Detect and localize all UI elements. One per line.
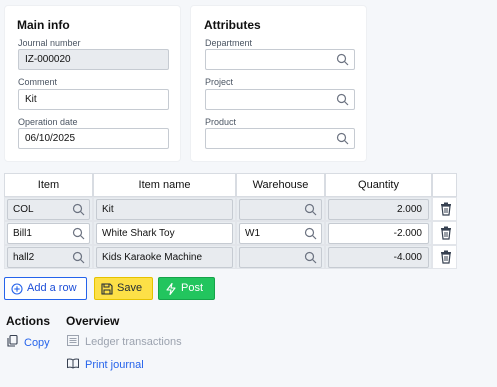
project-label: Project <box>205 77 234 87</box>
table-row <box>236 197 325 221</box>
comment-field[interactable]: Kit <box>18 89 169 110</box>
save-label: Save <box>117 282 143 294</box>
main-info-title: Main info <box>17 18 70 32</box>
save-button[interactable]: Save <box>94 277 153 300</box>
header-actions <box>432 173 457 197</box>
ledger-icon <box>67 335 79 349</box>
ledger-transactions-link[interactable]: Ledger transactions <box>67 335 182 349</box>
overview-title: Overview <box>66 314 120 328</box>
table-row: -4.000 <box>325 245 432 269</box>
book-icon <box>67 358 79 372</box>
quantity-input[interactable]: 2.000 <box>328 199 429 220</box>
print-journal-link[interactable]: Print journal <box>67 358 144 372</box>
product-field[interactable] <box>205 128 355 149</box>
table-row: COL <box>4 197 93 221</box>
trash-icon[interactable] <box>440 202 452 216</box>
item-name-input[interactable]: Kids Karaoke Machine <box>96 247 233 268</box>
table-row <box>432 245 457 269</box>
table-row: 2.000 <box>325 197 432 221</box>
item-name-input[interactable]: White Shark Toy <box>96 223 233 244</box>
warehouse-input[interactable]: W1 <box>239 223 322 244</box>
operation-date-field[interactable]: 06/10/2025 <box>18 128 169 149</box>
warehouse-value: W1 <box>245 228 260 239</box>
copy-link[interactable]: Copy <box>7 334 50 350</box>
ledger-label: Ledger transactions <box>85 336 182 348</box>
post-label: Post <box>181 282 204 294</box>
copy-icon <box>7 334 18 350</box>
journal-number-label: Journal number <box>18 38 81 48</box>
operation-date-label: Operation date <box>18 117 78 127</box>
item-input[interactable]: Bill1 <box>7 223 90 244</box>
main-info-card: Main info Journal number IZ-000020 Comme… <box>4 5 181 162</box>
trash-icon[interactable] <box>440 226 452 240</box>
product-label: Product <box>205 117 237 127</box>
search-icon[interactable] <box>304 227 317 240</box>
table-row: hall2 <box>4 245 93 269</box>
table-row: W1 <box>236 221 325 245</box>
search-icon[interactable] <box>304 251 317 264</box>
attributes-title: Attributes <box>204 18 261 32</box>
table-row: Kit <box>93 197 236 221</box>
item-value: COL <box>13 204 34 215</box>
department-field[interactable] <box>205 49 355 70</box>
item-name-input[interactable]: Kit <box>96 199 233 220</box>
search-icon[interactable] <box>336 132 349 145</box>
department-label: Department <box>205 38 253 48</box>
add-row-button[interactable]: Add a row <box>4 277 87 300</box>
copy-label: Copy <box>24 336 50 349</box>
search-icon[interactable] <box>336 53 349 66</box>
project-field[interactable] <box>205 89 355 110</box>
search-icon[interactable] <box>304 203 317 216</box>
table-row: Kids Karaoke Machine <box>93 245 236 269</box>
table-row <box>432 197 457 221</box>
actions-title: Actions <box>6 314 51 328</box>
search-icon[interactable] <box>72 251 85 264</box>
trash-icon[interactable] <box>440 250 452 264</box>
save-icon <box>101 282 113 295</box>
lightning-icon <box>165 282 177 295</box>
item-value: hall2 <box>13 252 35 263</box>
header-quantity: Quantity <box>325 173 432 197</box>
table-row: White Shark Toy <box>93 221 236 245</box>
comment-label: Comment <box>18 77 58 87</box>
item-value: Bill1 <box>13 228 32 239</box>
add-row-label: Add a row <box>27 282 77 294</box>
attributes-card: Attributes Department Project Product <box>190 5 367 162</box>
print-label: Print journal <box>85 359 144 371</box>
table-row <box>432 221 457 245</box>
header-item: Item <box>4 173 93 197</box>
header-item-name: Item name <box>93 173 236 197</box>
warehouse-input[interactable] <box>239 247 322 268</box>
search-icon[interactable] <box>336 93 349 106</box>
warehouse-input[interactable] <box>239 199 322 220</box>
quantity-input[interactable]: -4.000 <box>328 247 429 268</box>
item-input[interactable]: COL <box>7 199 90 220</box>
table-row: -2.000 <box>325 221 432 245</box>
post-button[interactable]: Post <box>158 277 215 300</box>
search-icon[interactable] <box>72 227 85 240</box>
search-icon[interactable] <box>72 203 85 216</box>
table-row <box>236 245 325 269</box>
plus-circle-icon <box>11 282 23 295</box>
quantity-input[interactable]: -2.000 <box>328 223 429 244</box>
journal-number-field: IZ-000020 <box>18 49 169 70</box>
table-row: Bill1 <box>4 221 93 245</box>
item-input[interactable]: hall2 <box>7 247 90 268</box>
header-warehouse: Warehouse <box>236 173 325 197</box>
